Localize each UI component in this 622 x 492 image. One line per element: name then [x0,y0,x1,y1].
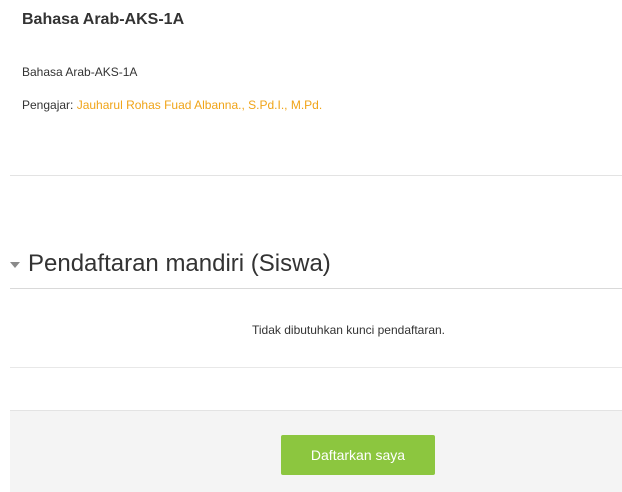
enrolment-info-box: Tidak dibutuhkan kunci pendaftaran. [10,290,622,368]
course-info-box: Bahasa Arab-AKS-1A Bahasa Arab-AKS-1A Pe… [10,0,622,176]
enrolment-section-title[interactable]: Pendaftaran mandiri (Siswa) [28,250,331,278]
enrol-action-bar: Daftarkan saya [10,410,622,492]
enrolment-key-info: Tidak dibutuhkan kunci pendaftaran. [252,323,446,337]
course-title[interactable]: Bahasa Arab-AKS-1A [22,11,184,29]
enrolment-section-header[interactable]: Pendaftaran mandiri (Siswa) [10,247,622,289]
teacher-name-link[interactable]: Jauharul Rohas Fuad Albanna., S.Pd.I., M… [77,98,322,112]
course-summary: Bahasa Arab-AKS-1A [22,65,138,79]
teacher-row: Pengajar: Jauharul Rohas Fuad Albanna., … [22,98,322,112]
enrol-me-button[interactable]: Daftarkan saya [281,435,435,475]
teacher-label: Pengajar: [22,98,77,112]
collapse-triangle-icon[interactable] [10,262,20,268]
